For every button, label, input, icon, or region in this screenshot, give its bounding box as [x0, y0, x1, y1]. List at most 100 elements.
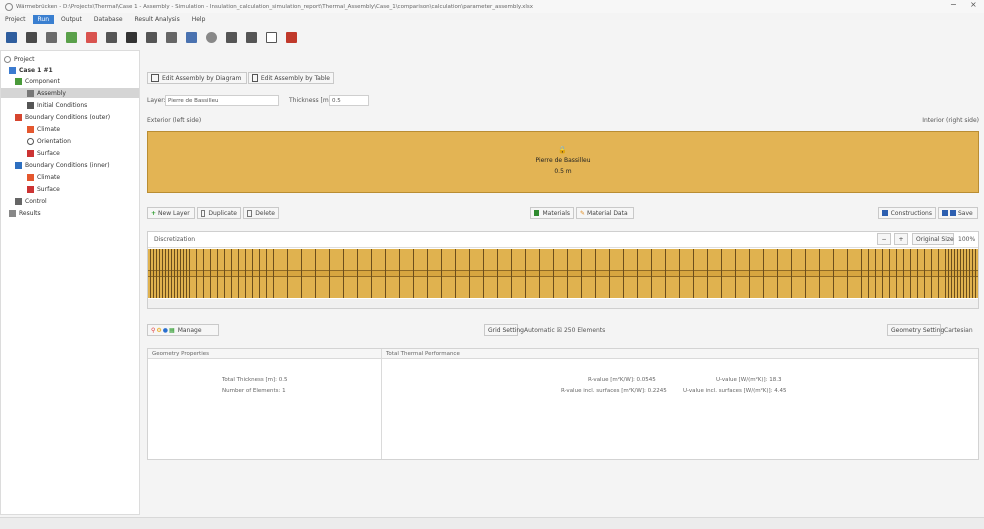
mesh-grid-line: [623, 249, 624, 298]
mesh-grid-line: [511, 249, 512, 298]
tree-item-project[interactable]: Project: [4, 54, 35, 64]
button-label: Delete: [255, 209, 275, 217]
menu-run[interactable]: Run: [32, 14, 55, 24]
tree-label: Surface: [37, 185, 60, 193]
tree-item-results[interactable]: Results: [9, 208, 41, 218]
mesh-grid-line: [413, 249, 414, 298]
mesh-grid-line: [385, 249, 386, 298]
funnel-icon[interactable]: [126, 31, 137, 43]
mesh-grid-line: [963, 249, 964, 298]
close-button[interactable]: ×: [970, 0, 977, 9]
assembly-layer-block[interactable]: 🔒 Pierre de Bassilleu 0.5 m: [147, 131, 979, 193]
mesh-grid-line: [343, 249, 344, 298]
tree-item-surface-inner[interactable]: Surface: [27, 184, 60, 194]
mesh-grid-line: [567, 249, 568, 298]
manage-button[interactable]: ⚲ ⚙ ● ▦ Manage: [147, 324, 219, 336]
tree-item-bc-outer[interactable]: Boundary Conditions (outer): [15, 112, 110, 122]
duplicate-button[interactable]: Duplicate: [197, 207, 241, 219]
mesh-grid-line: [833, 249, 834, 298]
mesh-grid-line: [287, 249, 288, 298]
monitor-icon[interactable]: [226, 31, 237, 43]
minimize-button[interactable]: −: [950, 0, 957, 9]
tree-label: Case 1 #1: [19, 66, 53, 74]
filter-icon[interactable]: [106, 31, 117, 43]
delete-button[interactable]: Delete: [243, 207, 279, 219]
drop-icon: ●: [162, 326, 169, 334]
open-folder-icon[interactable]: [26, 31, 37, 43]
chart-icon[interactable]: [166, 31, 177, 43]
mesh-grid-line: [441, 249, 442, 298]
tree-item-surface-outer[interactable]: Surface: [27, 148, 60, 158]
tree-item-assembly[interactable]: Assembly: [1, 88, 139, 98]
mesh-grid-line: [180, 249, 181, 298]
save-icon: [942, 210, 948, 216]
exterior-label: Exterior (left side): [147, 117, 202, 124]
save-icon[interactable]: [46, 31, 57, 43]
mesh-grid-line: [357, 249, 358, 298]
tree-item-climate-outer[interactable]: Climate: [27, 124, 60, 134]
geometry-setting-button[interactable]: Geometry Setting: [887, 324, 944, 336]
case-icon: [9, 66, 16, 74]
new-layer-button[interactable]: + New Layer: [147, 207, 195, 219]
original-size-button[interactable]: Original Size: [912, 233, 954, 245]
mesh-grid-line: [595, 249, 596, 298]
horizontal-scrollbar[interactable]: [148, 299, 978, 308]
tree-label: Control: [25, 197, 47, 205]
help-icon[interactable]: [266, 31, 277, 43]
delete-icon[interactable]: [86, 31, 97, 43]
zoom-out-button[interactable]: −: [877, 233, 891, 245]
discretization-title: Discretization: [154, 236, 196, 243]
mesh-visualization[interactable]: [148, 249, 978, 298]
compass-icon: [27, 137, 34, 145]
constructions-button[interactable]: Constructions: [878, 207, 936, 219]
mesh-grid-line: [938, 249, 939, 298]
mesh-grid-line: [301, 249, 302, 298]
menu-result-analysis[interactable]: Result Analysis: [130, 15, 185, 24]
tree-item-orientation[interactable]: Orientation: [27, 136, 71, 146]
layers-icon: [950, 210, 956, 216]
tree-item-initial-conditions[interactable]: Initial Conditions: [27, 100, 87, 110]
plus-icon: +: [151, 209, 157, 217]
mesh-grid-line: [975, 249, 976, 298]
mesh-grid-line: [183, 249, 184, 298]
table-icon[interactable]: [146, 31, 157, 43]
constructions-icon: [882, 210, 888, 216]
materials-button[interactable]: Materials: [530, 207, 574, 219]
zoom-in-button[interactable]: +: [894, 233, 908, 245]
document-icon[interactable]: [246, 31, 257, 43]
menu-project[interactable]: Project: [0, 15, 31, 24]
mesh-grid-line: [159, 249, 160, 298]
layer-name-input[interactable]: Pierre de Bassilleu: [165, 95, 279, 106]
tab-edit-by-diagram[interactable]: Edit Assembly by Diagram: [147, 72, 247, 84]
mesh-grid-line: [960, 249, 961, 298]
tree-item-case[interactable]: Case 1 #1: [9, 65, 53, 75]
mesh-grid-line: [469, 249, 470, 298]
tree-item-component[interactable]: Component: [15, 76, 60, 86]
menu-help[interactable]: Help: [187, 15, 211, 24]
results-icon: [9, 209, 16, 217]
table-icon: [252, 74, 258, 82]
tree-item-climate-inner[interactable]: Climate: [27, 172, 60, 182]
menu-output[interactable]: Output: [56, 15, 87, 24]
mesh-grid-line: [273, 249, 274, 298]
save-construction-button[interactable]: Save: [938, 207, 978, 219]
button-label: Materials: [542, 209, 570, 217]
new-file-icon[interactable]: [6, 31, 17, 43]
import-icon[interactable]: [66, 31, 77, 43]
tree-item-control[interactable]: Control: [15, 196, 47, 206]
clock-icon[interactable]: [206, 31, 217, 43]
menu-database[interactable]: Database: [89, 15, 128, 24]
line-chart-icon[interactable]: [186, 31, 197, 43]
mesh-grid-line: [165, 249, 166, 298]
tree-item-bc-inner[interactable]: Boundary Conditions (inner): [15, 160, 110, 170]
mesh-grid-line: [791, 249, 792, 298]
mesh-grid-line: [896, 249, 897, 298]
climate-icon: [27, 125, 34, 133]
tab-edit-by-table[interactable]: Edit Assembly by Table: [248, 72, 334, 84]
thickness-input[interactable]: 0.5: [329, 95, 369, 106]
exit-icon[interactable]: [286, 31, 297, 43]
grid-setting-button[interactable]: Grid Setting: [484, 324, 524, 336]
mesh-grid-line: [910, 249, 911, 298]
mesh-grid-line: [945, 249, 946, 298]
material-data-button[interactable]: ✎ Material Data: [576, 207, 634, 219]
